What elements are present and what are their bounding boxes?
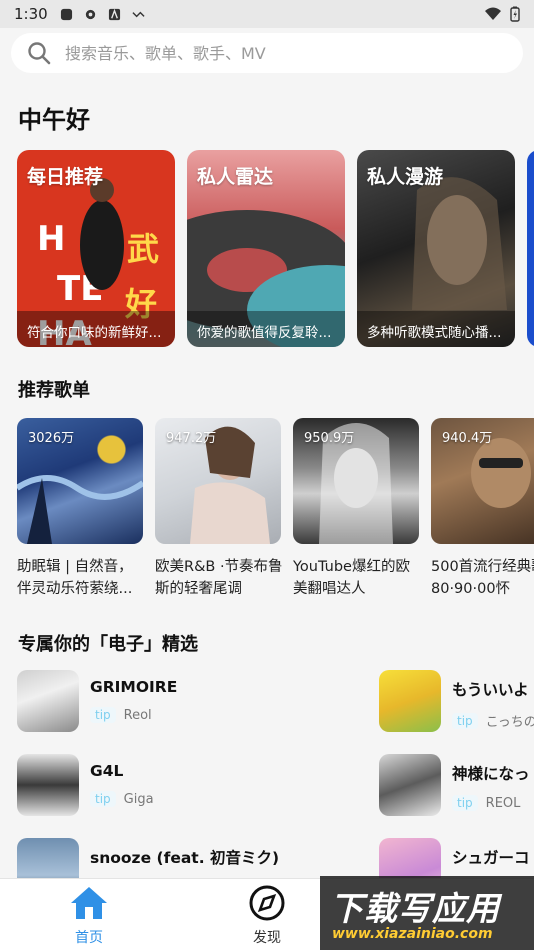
song-cover	[17, 754, 79, 816]
card-title: 私人雷达	[197, 166, 274, 188]
card-subtitle: 你爱的歌值得反复聆...	[187, 311, 345, 347]
home-icon	[71, 887, 107, 919]
playlist-name: 欧美R&B ·节奏布鲁斯的轻奢尾调	[155, 559, 283, 597]
svg-text:H: H	[37, 219, 65, 259]
playlist-cover: 940.4万	[431, 418, 534, 544]
nav-home-label: 首页	[75, 930, 103, 946]
playlist-card[interactable]: 940.4万 500首流行经典歌 | 80·90·00怀	[431, 418, 534, 600]
status-time: 1:30	[14, 5, 48, 23]
song-artist: こっちの	[485, 715, 534, 730]
song-title: snooze (feat. 初音ミク)	[90, 849, 280, 867]
settings-gear-icon	[85, 9, 95, 19]
playlist-cover: 950.9万	[293, 418, 419, 544]
play-count: 950.9万	[304, 431, 355, 446]
watermark-overlay: 下载写应用 www.xiazainiao.com	[320, 876, 534, 950]
svg-text:武: 武	[127, 230, 159, 268]
nav-home[interactable]: 首页	[49, 885, 129, 947]
greeting-title: 中午好	[18, 106, 90, 134]
song-item[interactable]: 神様になっ tip REOL	[379, 754, 530, 816]
tip-badge: tip	[90, 791, 116, 807]
song-cover	[379, 670, 441, 732]
card-subtitle: 符合你口味的新鲜好...	[17, 311, 175, 347]
playlist-card[interactable]: 947.2万 欧美R&B ·节奏布鲁斯的轻奢尾调	[155, 418, 283, 600]
search-input[interactable]	[65, 43, 495, 63]
song-artist: Reol	[123, 707, 152, 723]
song-title: シュガーコ	[452, 849, 530, 867]
watermark-text: 下载写应用	[330, 889, 500, 928]
compass-icon	[249, 885, 285, 921]
search-icon	[28, 42, 51, 65]
watermark-url: www.xiazainiao.com	[332, 926, 493, 942]
song-item[interactable]: GRIMOIRE tip Reol	[17, 670, 177, 732]
playlist-cover: 3026万	[17, 418, 143, 544]
song-cover	[379, 754, 441, 816]
card-subtitle: 多种听歌模式随心播...	[357, 311, 515, 347]
song-title: もういいよ	[452, 681, 529, 699]
playlist-name: YouTube爆红的欧美翻唱达人	[293, 559, 410, 597]
song-title: 神様になっ	[452, 765, 530, 783]
song-artist: REOL	[485, 795, 521, 811]
song-item[interactable]: G4L tip Giga	[17, 754, 154, 816]
play-count: 947.2万	[166, 431, 217, 446]
playlist-card[interactable]: 3026万 助眠辑 | 自然音，伴灵动乐符萦绕...	[17, 418, 143, 600]
play-count: 940.4万	[442, 431, 493, 446]
tip-badge: tip	[452, 795, 478, 811]
playlist-name: 助眠辑 | 自然音，伴灵动乐符萦绕...	[17, 559, 133, 597]
status-bar: 1:30	[0, 0, 534, 28]
song-title: G4L	[90, 762, 124, 780]
playlists-section-title: 推荐歌单	[18, 380, 90, 401]
play-count: 3026万	[28, 431, 75, 446]
feature-cards: H TE HA 武 好 每日推荐 符合你口味的新鲜好... 私人雷达 你爱的歌值…	[17, 150, 534, 347]
playlist-card[interactable]: 950.9万 YouTube爆红的欧美翻唱达人	[293, 418, 419, 600]
playlist-cover: 947.2万	[155, 418, 281, 544]
next-feature-card-peek[interactable]	[527, 150, 534, 347]
wifi-icon	[485, 7, 501, 20]
playlist-name: 500首流行经典歌 | 80·90·00怀	[431, 559, 534, 597]
playlist-carousel: 3026万 助眠辑 | 自然音，伴灵动乐符萦绕... 947.2万 欧美R&B …	[17, 418, 534, 600]
card-title: 每日推荐	[27, 166, 104, 188]
songs-section-title: 专属你的「电子」精选	[18, 634, 198, 655]
nav-discover-label: 发现	[253, 930, 281, 946]
tip-badge: tip	[90, 707, 116, 723]
font-a-icon	[108, 8, 120, 20]
search-bar[interactable]	[11, 33, 523, 73]
signal-off-icon	[132, 11, 145, 17]
song-title: GRIMOIRE	[90, 678, 178, 696]
song-cover	[17, 670, 79, 732]
battery-icon	[510, 6, 520, 22]
app-notification-icon	[60, 8, 72, 20]
daily-recommend-card[interactable]: H TE HA 武 好 每日推荐 符合你口味的新鲜好...	[17, 150, 175, 347]
private-roaming-card[interactable]: 私人漫游 多种听歌模式随心播...	[357, 150, 515, 347]
song-item[interactable]: もういいよ tip こっちの	[379, 670, 534, 732]
private-radar-card[interactable]: 私人雷达 你爱的歌值得反复聆...	[187, 150, 345, 347]
tip-badge: tip	[452, 712, 478, 729]
card-title: 私人漫游	[367, 166, 444, 188]
nav-discover[interactable]: 发现	[227, 885, 307, 947]
song-artist: Giga	[123, 791, 154, 807]
